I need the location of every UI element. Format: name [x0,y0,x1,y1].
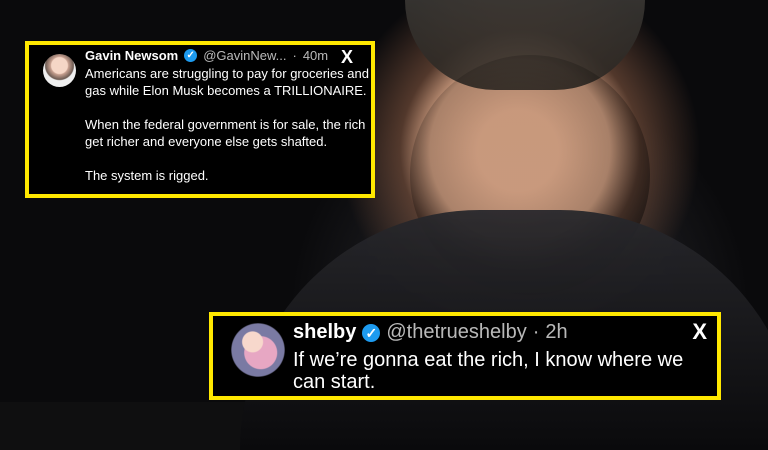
display-name: Gavin Newsom [85,48,179,63]
tweet-header: Gavin Newsom ✓ @GavinNew... · 40m [85,48,328,63]
x-icon: X [692,319,707,344]
tweet-card-shelby: shelby ✓ @thetrueshelby · 2h X If we’re … [209,312,721,400]
avatar [231,323,285,377]
display-name: shelby [293,321,357,343]
handle: @GavinNew... [203,48,287,63]
timestamp: 40m [302,48,329,63]
x-icon: X [340,47,353,67]
tweet-text: Americans are struggling to pay for groc… [85,66,369,183]
handle: @thetrueshelby [386,321,527,343]
verified-badge-icon: ✓ [184,49,198,62]
avatar [43,54,76,87]
separator: · [532,321,540,343]
tweet-card-gavin: Gavin Newsom ✓ @GavinNew... · 40m X Amer… [25,41,375,198]
separator: · [292,48,297,63]
timestamp: 2h [545,321,568,343]
verified-badge-icon: ✓ [362,323,381,342]
tweet-header: shelby ✓ @thetrueshelby · 2h [293,321,568,344]
tweet-text: If we’re gonna eat the rich, I know wher… [293,349,684,393]
